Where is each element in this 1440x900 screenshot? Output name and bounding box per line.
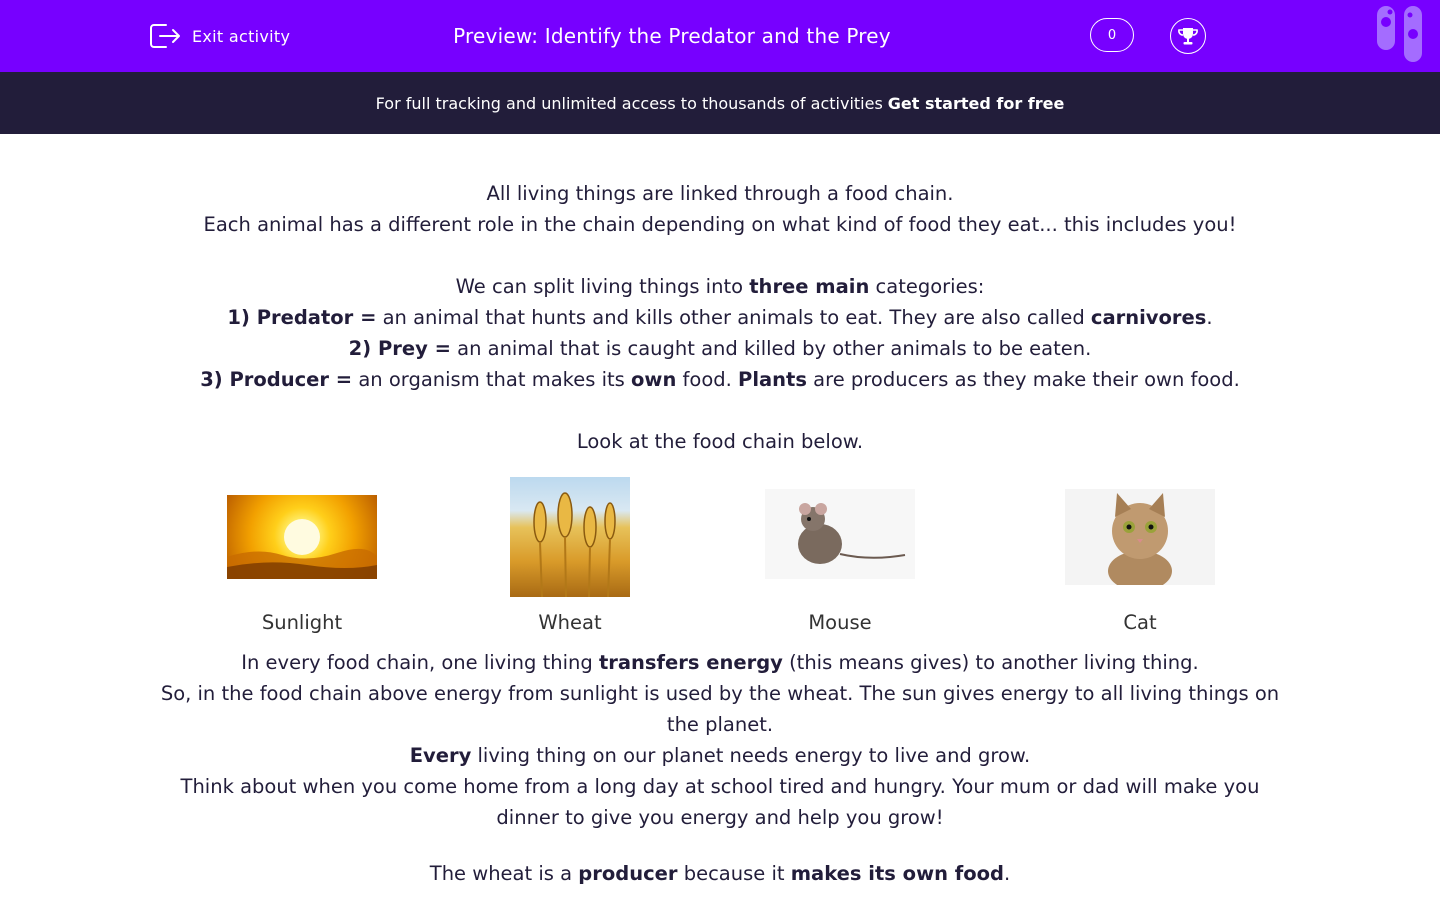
access-banner: For full tracking and unlimited access t…	[0, 72, 1440, 134]
top-bar: Exit activity Preview: Identify the Pred…	[0, 0, 1440, 72]
score-value: 0	[1107, 27, 1117, 43]
lesson-content: All living things are linked through a f…	[150, 178, 1290, 889]
sun-image	[227, 495, 377, 579]
sunlight-explanation: So, in the food chain above energy from …	[160, 682, 1280, 736]
chain-label: Cat	[1123, 611, 1157, 634]
chain-label: Mouse	[808, 611, 872, 634]
predator-definition: 1) Predator = an animal that hunts and k…	[227, 306, 1213, 329]
wheat-line: The wheat is a producer because it makes…	[429, 862, 1011, 885]
prey-definition: 2) Prey = an animal that is caught and k…	[348, 337, 1092, 360]
get-started-link[interactable]: Get started for free	[888, 94, 1065, 113]
trophy-button[interactable]	[1170, 18, 1206, 54]
chain-item-mouse: Mouse	[750, 477, 930, 634]
cat-image	[1065, 489, 1215, 591]
chain-label: Wheat	[538, 611, 602, 634]
food-chain: Sunlight Wheat Mouse Cat	[150, 477, 1290, 647]
trophy-icon	[1178, 28, 1198, 45]
page-title-text: Preview: Identify the Predator and the P…	[453, 24, 891, 48]
page-title: Preview: Identify the Predator and the P…	[0, 0, 1344, 72]
intro-line-2: Each animal has a different role in the …	[203, 213, 1237, 236]
every-line: Every living thing on our planet needs e…	[409, 744, 1031, 767]
chain-item-cat: Cat	[1050, 477, 1230, 634]
score-badge: 0	[1090, 18, 1134, 52]
mouse-image	[765, 489, 915, 579]
test-tubes-icon	[1377, 6, 1422, 62]
think-line: Think about when you come home from a lo…	[180, 775, 1260, 829]
producer-definition: 3) Producer = an organism that makes its…	[200, 368, 1240, 391]
energy-line: In every food chain, one living thing tr…	[241, 651, 1199, 674]
wheat-image	[510, 477, 630, 597]
look-line: Look at the food chain below.	[576, 430, 864, 453]
intro-line-1: All living things are linked through a f…	[486, 182, 954, 205]
chain-item-sunlight: Sunlight	[212, 477, 392, 634]
chain-label: Sunlight	[261, 611, 343, 634]
banner-text: For full tracking and unlimited access t…	[375, 93, 883, 113]
categories-line: We can split living things into three ma…	[455, 275, 985, 298]
chain-item-wheat: Wheat	[480, 477, 660, 634]
